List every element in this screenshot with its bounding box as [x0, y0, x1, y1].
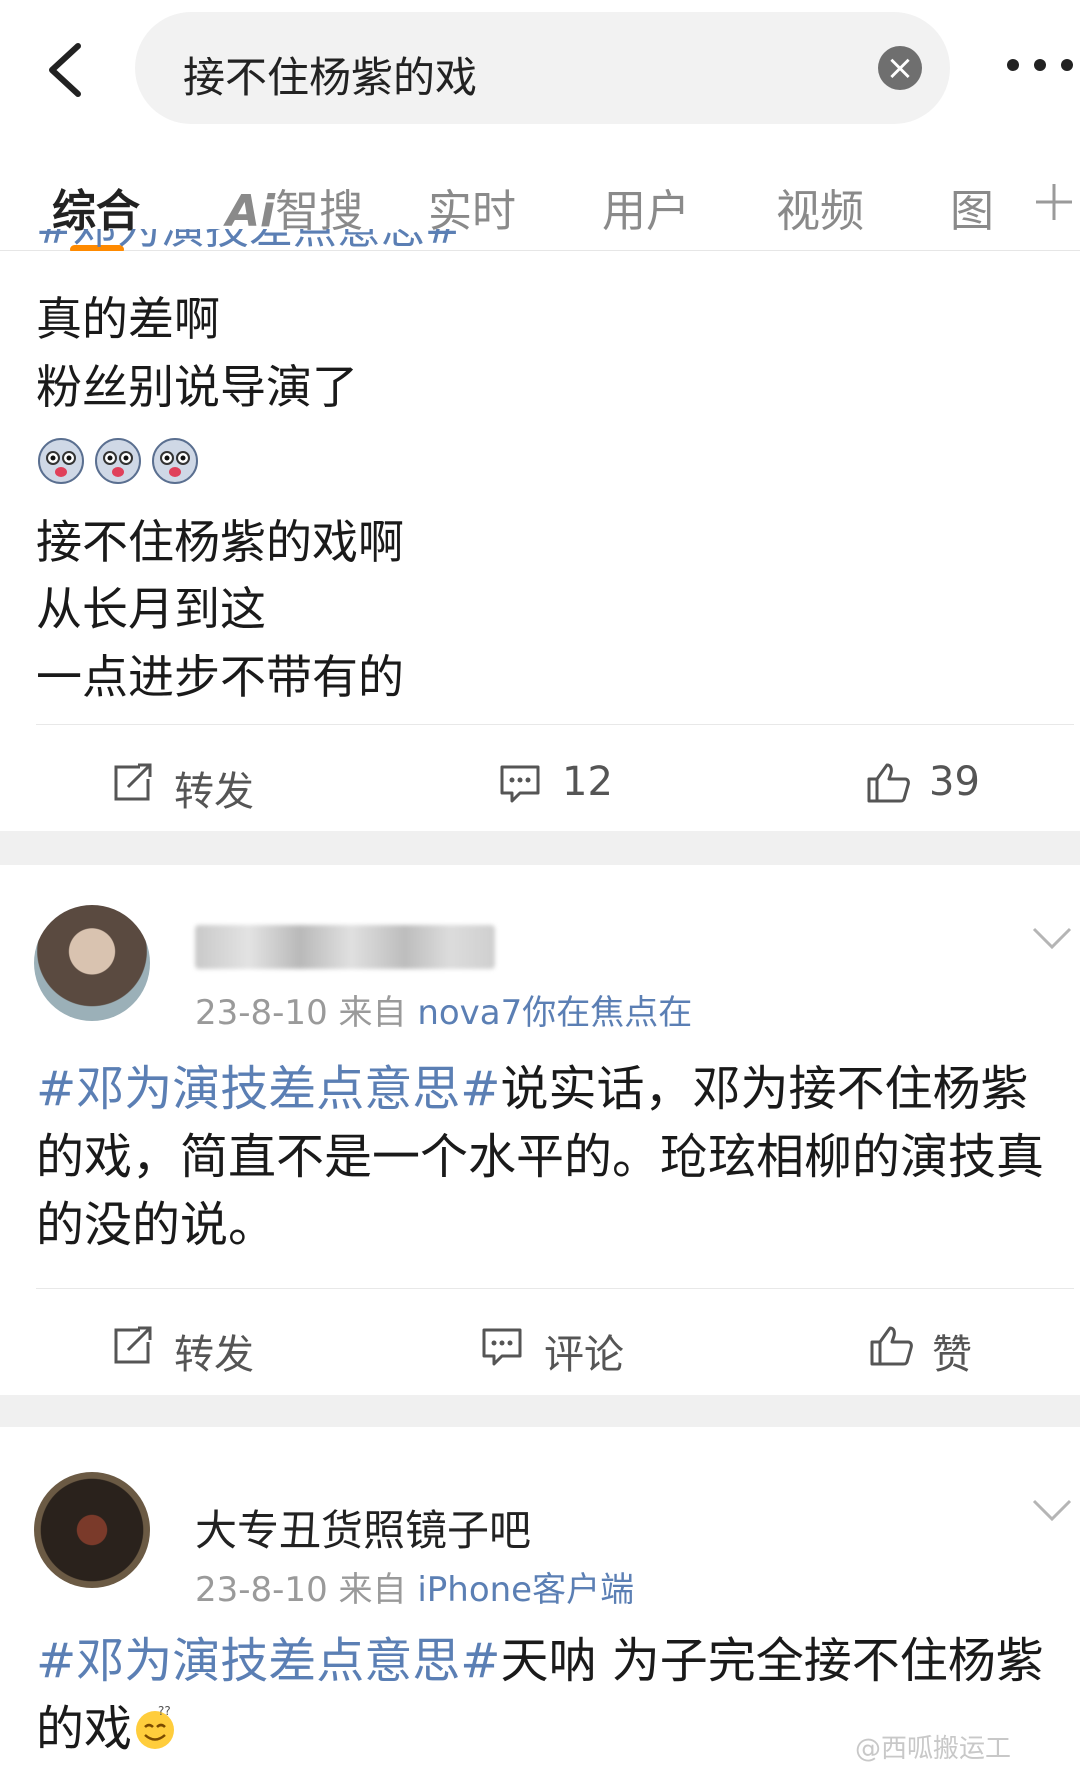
sweat-smile-emoji-icon: ?? [136, 1705, 175, 1749]
more-options-icon[interactable] [1005, 55, 1075, 75]
comment-button[interactable]: 评论 [480, 1322, 680, 1378]
repost-icon [114, 1326, 152, 1364]
comment-label: 评论 [544, 1332, 624, 1378]
thumbs-up-icon [867, 763, 910, 803]
author-name-blurred[interactable] [195, 925, 495, 969]
comment-icon [482, 1328, 522, 1366]
post-date: 23-8-10 [195, 1570, 328, 1610]
back-arrow-icon[interactable] [42, 40, 92, 100]
author-name[interactable]: 大专丑货照镜子吧 [195, 1497, 531, 1558]
post-text-line: 接不住杨紫的戏啊 [36, 515, 404, 569]
repost-label: 转发 [174, 769, 254, 815]
post-text-line: 粉丝别说导演了 [36, 360, 358, 414]
like-count: 39 [929, 759, 980, 805]
emoji-row [36, 436, 202, 488]
comment-count: 12 [562, 759, 613, 805]
thumbs-up-icon [870, 1326, 913, 1366]
top-bar: 接不住杨紫的戏 × 综合 Ai智搜 实时 用户 视频 图 [0, 0, 1080, 254]
dog-emoji-icon [152, 438, 199, 484]
post-text-line: 从长月到这 [36, 582, 266, 636]
search-box[interactable]: 接不住杨紫的戏 × [135, 12, 950, 124]
repost-button[interactable]: 转发 [110, 1322, 310, 1378]
post-date: 23-8-10 [195, 993, 328, 1033]
post-source[interactable]: nova7你在焦点在 [417, 993, 692, 1033]
clear-search-icon[interactable]: × [878, 46, 922, 90]
watermark: @西呱搬运工 [855, 1734, 1012, 1764]
repost-button[interactable]: 转发 [110, 759, 310, 815]
repost-icon [114, 763, 152, 801]
chevron-down-icon[interactable] [1030, 1497, 1074, 1523]
post-text-line: 一点进步不带有的 [36, 650, 404, 704]
chevron-down-icon[interactable] [1030, 925, 1074, 951]
tab-images[interactable]: 图 [950, 175, 994, 239]
repost-label: 转发 [174, 1332, 254, 1378]
comment-button[interactable]: 12 [498, 759, 658, 809]
post-card-1: #邓为演技差点意思# 真的差啊 粉丝别说导演了 接不住杨紫的戏啊 从长月到这 一… [0, 229, 1080, 831]
like-button[interactable]: 39 [865, 759, 1005, 809]
like-label: 赞 [932, 1332, 972, 1378]
post-text-line: 真的差啊 [36, 292, 220, 346]
divider [36, 724, 1074, 725]
post-card-2: 23-8-10 来自 nova7你在焦点在 #邓为演技差点意思#说实话，邓为接不… [0, 865, 1080, 1395]
post-card-3: 大专丑货照镜子吧 23-8-10 来自 iPhone客户端 #邓为演技差点意思#… [0, 1427, 1080, 1773]
post-meta: 23-8-10 来自 iPhone客户端 [195, 1562, 634, 1611]
topic-tag-cut[interactable]: #邓为演技差点意思# [36, 229, 462, 251]
post-meta: 23-8-10 来自 nova7你在焦点在 [195, 985, 692, 1034]
search-input[interactable]: 接不住杨紫的戏 [183, 44, 477, 105]
post-body: #邓为演技差点意思#说实话，邓为接不住杨紫的戏，简直不是一个水平的。玱玹相柳的演… [36, 1055, 1076, 1259]
avatar[interactable] [34, 1472, 150, 1588]
like-button[interactable]: 赞 [868, 1322, 1008, 1378]
topic-tag[interactable]: #邓为演技差点意思# [36, 1061, 500, 1117]
plus-icon[interactable] [1032, 180, 1076, 224]
dog-emoji-icon [95, 438, 142, 484]
svg-text:??: ?? [158, 1705, 171, 1718]
from-label: 来自 [338, 1570, 407, 1610]
tab-users[interactable]: 用户 [602, 175, 690, 239]
divider [36, 1288, 1074, 1289]
from-label: 来自 [338, 993, 407, 1033]
topic-tag[interactable]: #邓为演技差点意思# [36, 1633, 500, 1689]
avatar[interactable] [34, 905, 150, 1021]
post-source[interactable]: iPhone客户端 [417, 1570, 634, 1610]
dog-emoji-icon [38, 438, 84, 484]
comment-icon [500, 765, 540, 803]
tab-video[interactable]: 视频 [776, 175, 864, 239]
